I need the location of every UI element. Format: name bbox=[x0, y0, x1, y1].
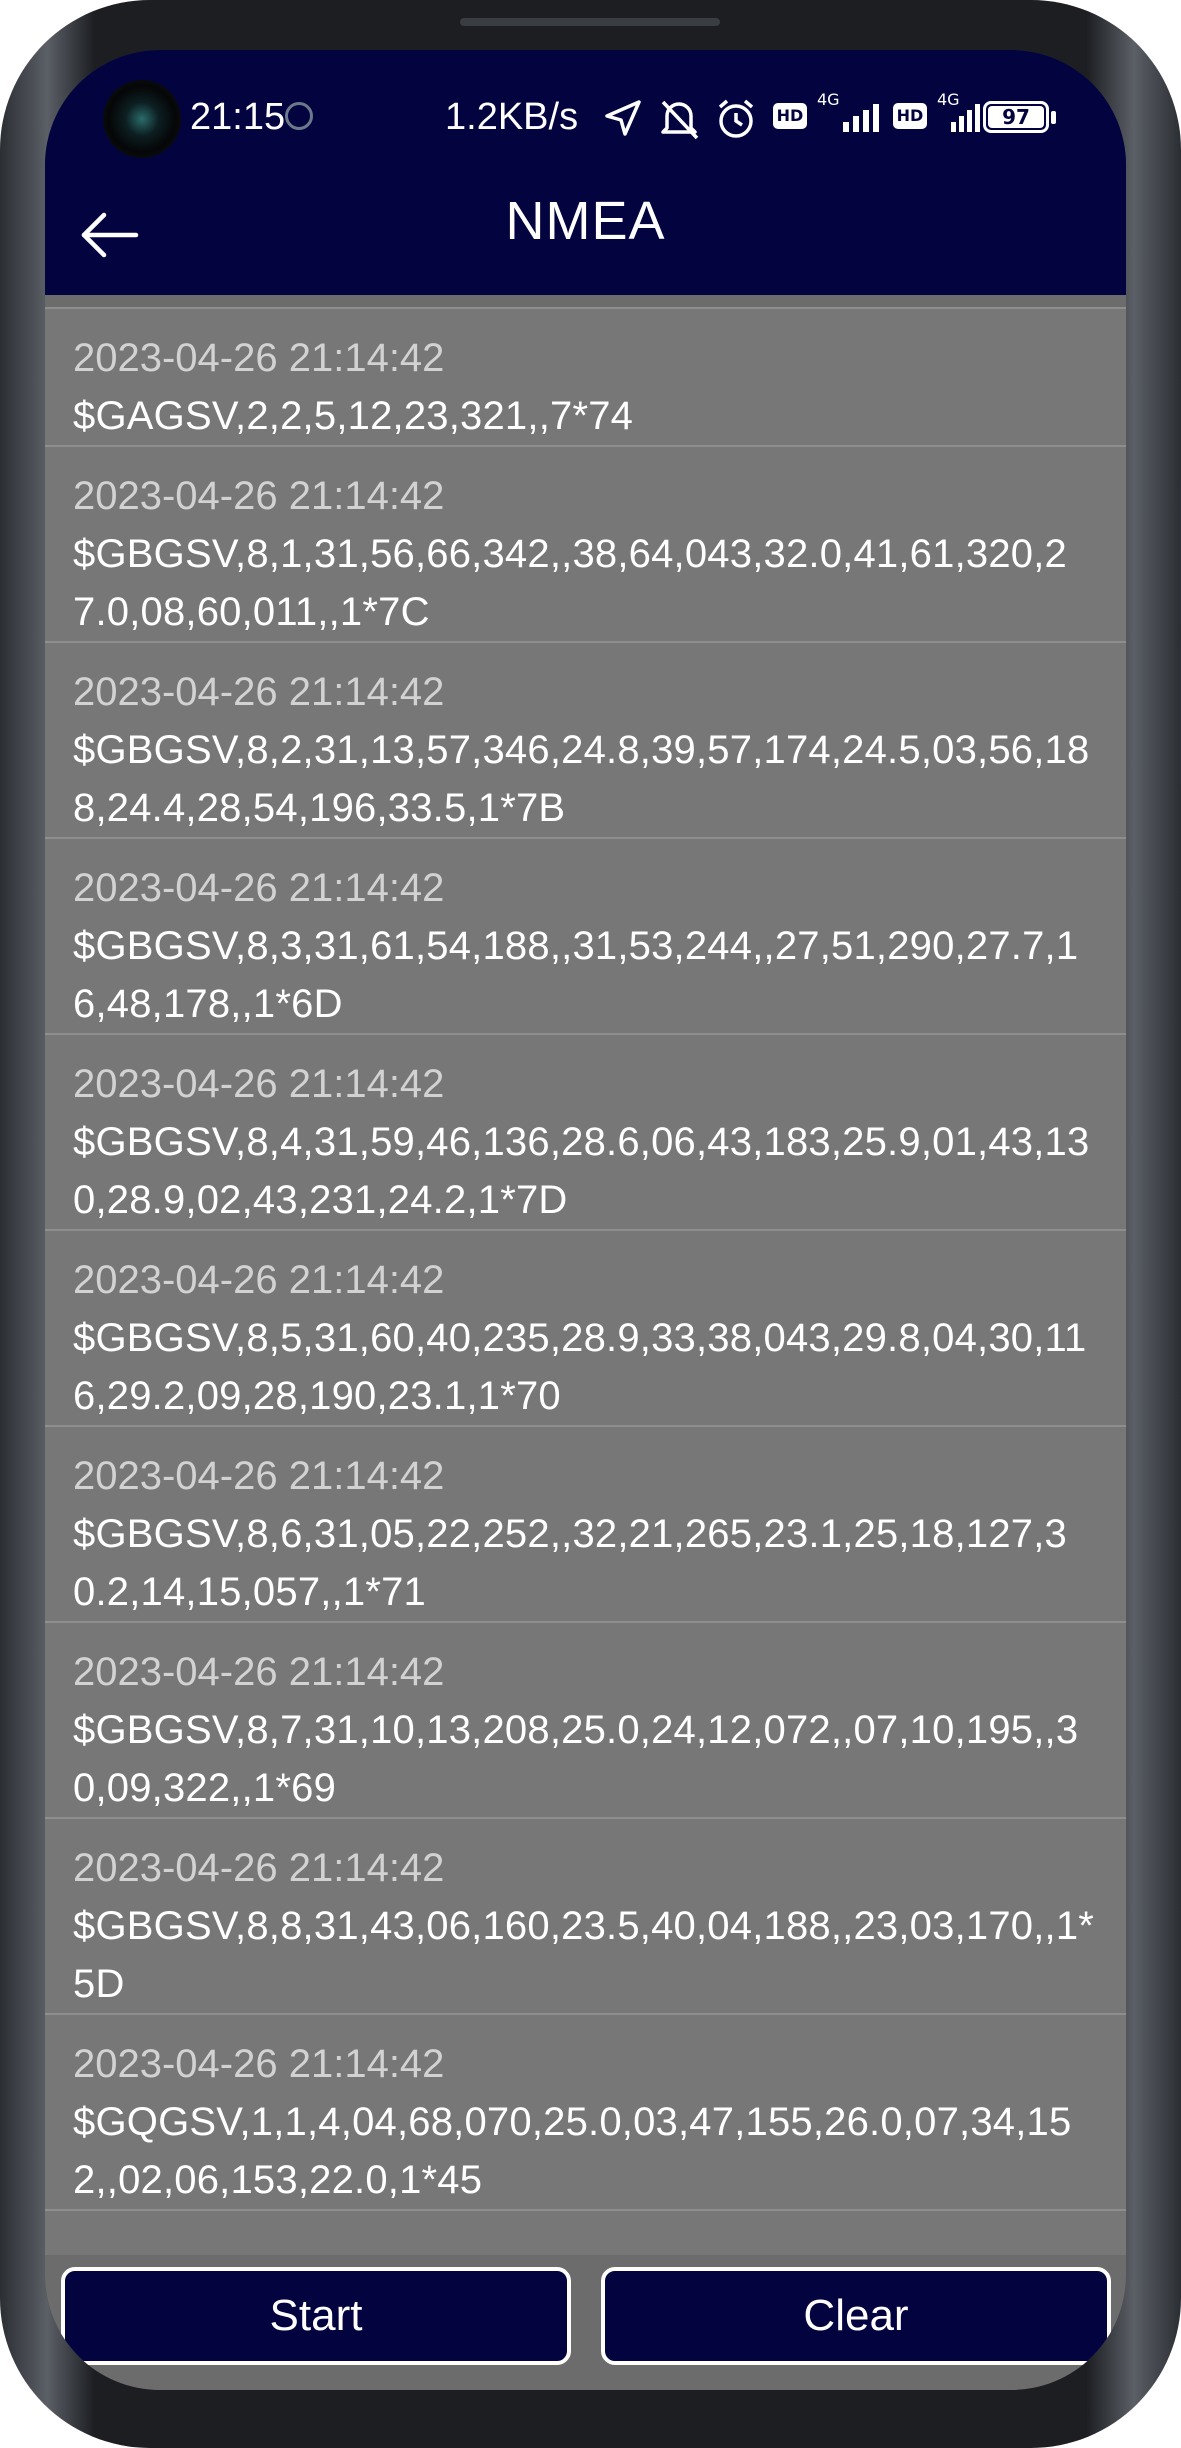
log-message: $GQGSV,1,1,4,04,68,070,25.0,03,47,155,26… bbox=[73, 2100, 1072, 2202]
log-entry: 2023-04-26 21:14:42 $GBGSV,8,7,31,10,13,2… bbox=[45, 1623, 1126, 1819]
mute-icon bbox=[661, 100, 699, 140]
log-timestamp: 2023-04-26 21:14:42 bbox=[73, 866, 445, 910]
hd-icon: HD bbox=[773, 103, 807, 129]
log-entry: 2023-04-26 21:14:42 $GBGSV,8,1,31,56,66,3… bbox=[45, 447, 1126, 643]
log-message: $GBGSV,8,4,31,59,46,136,28.6,06,43,183,2… bbox=[73, 1120, 1090, 1222]
log-entry: 2023-04-26 21:14:42 $GBGSV,8,4,31,59,46,1… bbox=[45, 1035, 1126, 1231]
phone-frame: 21:15 1.2KB/s HD 4G HD 4G 97 NMEA 2023-0… bbox=[0, 0, 1181, 2448]
log-message: $GBGSV,8,5,31,60,40,235,28.9,33,38,043,2… bbox=[73, 1316, 1087, 1418]
hd-icon: HD bbox=[893, 103, 927, 129]
status-time: 21:15 bbox=[190, 96, 286, 138]
log-timestamp: 2023-04-26 21:14:42 bbox=[73, 1454, 445, 1498]
log-message: $GBGSV,8,1,31,56,66,342,,38,64,043,32.0,… bbox=[73, 532, 1067, 634]
log-timestamp: 2023-04-26 21:14:42 bbox=[73, 1846, 445, 1890]
log-entry: 2023-04-26 21:14:42 $GBGSV,8,2,31,13,57,3… bbox=[45, 643, 1126, 839]
log-timestamp: 2023-04-26 21:14:42 bbox=[73, 1258, 445, 1302]
app-bar: 21:15 1.2KB/s HD 4G HD 4G 97 NMEA bbox=[45, 50, 1126, 295]
network-type-label: 4G bbox=[817, 90, 840, 109]
log-message: $GBGSV,8,2,31,13,57,346,24.8,39,57,174,2… bbox=[73, 728, 1090, 830]
speaker-slot bbox=[460, 18, 720, 26]
volume-button bbox=[1177, 480, 1181, 630]
log-message: $GBGSV,8,6,31,05,22,252,,32,21,265,23.1,… bbox=[73, 1512, 1067, 1614]
list-divider bbox=[45, 295, 1126, 309]
log-message: $GBGSV,8,8,31,43,06,160,23.5,40,04,188,,… bbox=[73, 1904, 1095, 2006]
alarm-icon bbox=[718, 99, 754, 138]
log-timestamp: 2023-04-26 21:14:42 bbox=[73, 1650, 445, 1694]
network-type-label: 4G bbox=[937, 90, 960, 109]
page-title: NMEA bbox=[505, 191, 666, 251]
log-timestamp: 2023-04-26 21:14:42 bbox=[73, 670, 445, 714]
clear-button[interactable]: Clear bbox=[601, 2267, 1111, 2365]
start-button[interactable]: Start bbox=[61, 2267, 571, 2365]
status-bar: 21:15 1.2KB/s HD 4G HD 4G 97 bbox=[45, 50, 1126, 180]
app-screen: 21:15 1.2KB/s HD 4G HD 4G 97 NMEA 2023-0… bbox=[45, 50, 1126, 2390]
network-speed: 1.2KB/s bbox=[445, 96, 579, 138]
log-entry: 2023-04-26 21:14:42 $GBGSV,8,8,31,43,06,1… bbox=[45, 1819, 1126, 2015]
log-entry: 2023-04-26 21:14:42 $GBGSV,8,5,31,60,40,2… bbox=[45, 1231, 1126, 1427]
battery-level: 97 bbox=[1002, 105, 1030, 129]
log-message: $GBGSV,8,7,31,10,13,208,25.0,24,12,072,,… bbox=[73, 1708, 1079, 1810]
location-arrow-icon bbox=[605, 100, 641, 136]
battery-indicator: 97 bbox=[983, 101, 1049, 133]
log-entry: 2023-04-26 21:14:42 $GAGSV,2,2,5,12,23,32… bbox=[45, 309, 1126, 447]
log-message: $GAGSV,2,2,5,12,23,321,,7*74 bbox=[73, 394, 634, 438]
log-timestamp: 2023-04-26 21:14:42 bbox=[73, 1062, 445, 1106]
front-camera bbox=[103, 80, 181, 158]
log-entry: 2023-04-26 21:14:42 $GBGSV,8,6,31,05,22,2… bbox=[45, 1427, 1126, 1623]
volume-button bbox=[1177, 640, 1181, 790]
signal-4g-icon: 4G bbox=[815, 90, 895, 136]
log-entry: 2023-04-26 21:14:42 $GBGSV,8,3,31,61,54,1… bbox=[45, 839, 1126, 1035]
log-entry: 2023-04-26 21:14:42 $GQGSV,1,1,4,04,68,07… bbox=[45, 2015, 1126, 2211]
log-timestamp: 2023-04-26 21:14:42 bbox=[73, 336, 445, 380]
sync-icon bbox=[285, 102, 313, 130]
action-bar: Start Clear bbox=[45, 2255, 1126, 2390]
nmea-log-list[interactable]: 2023-04-26 21:14:42 $GAGSV,2,2,5,12,23,32… bbox=[45, 295, 1126, 2255]
battery-tip bbox=[1051, 111, 1056, 124]
log-timestamp: 2023-04-26 21:14:42 bbox=[73, 474, 445, 518]
log-timestamp: 2023-04-26 21:14:42 bbox=[73, 2042, 445, 2086]
log-message: $GBGSV,8,3,31,61,54,188,,31,53,244,,27,5… bbox=[73, 924, 1079, 1026]
